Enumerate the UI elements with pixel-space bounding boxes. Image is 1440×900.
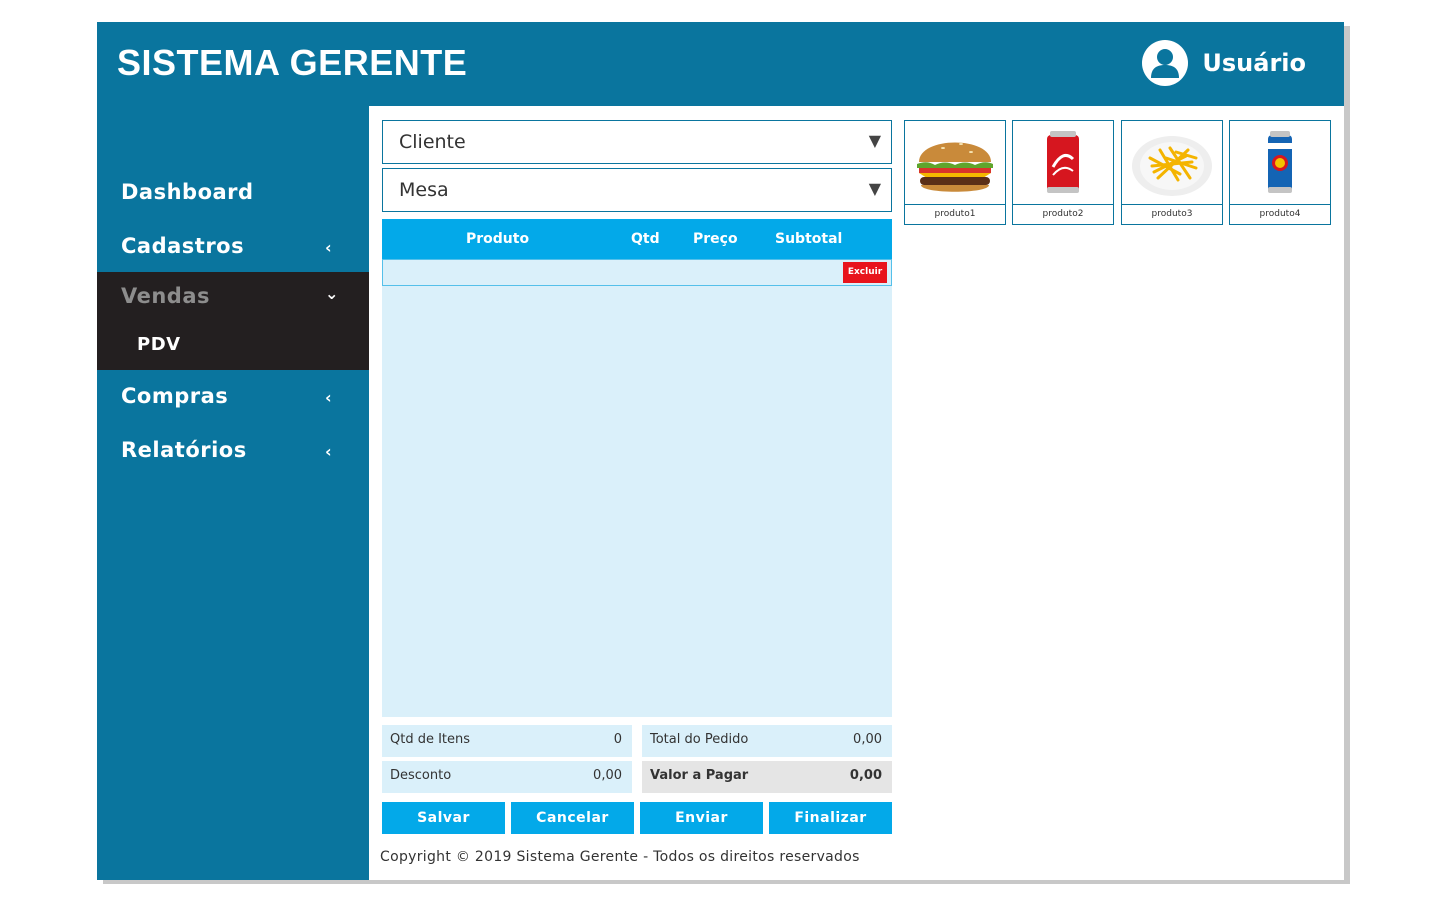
valor-pagar-box: Valor a Pagar 0,00	[642, 761, 892, 793]
product-card[interactable]: produto4	[1229, 120, 1331, 225]
product-card[interactable]: produto2	[1012, 120, 1114, 225]
user-menu[interactable]: Usuário	[1142, 40, 1306, 86]
desconto-value[interactable]: 0,00	[593, 768, 622, 783]
total-pedido-label: Total do Pedido	[650, 732, 749, 747]
desconto-label: Desconto	[390, 768, 452, 783]
beer-can-image	[1230, 121, 1330, 204]
sidebar-group-vendas: Vendas ⌄ PDV	[97, 272, 369, 370]
coca-cola-can-image	[1013, 121, 1113, 204]
sidebar-item-cadastros[interactable]: Cadastros ‹	[97, 222, 369, 272]
total-pedido-value: 0,00	[853, 732, 882, 747]
table-row: Excluir	[382, 259, 892, 286]
column-header-preco: Preço	[693, 231, 738, 247]
column-header-produto: Produto	[466, 231, 530, 247]
product-label: produto2	[1013, 204, 1113, 224]
product-label: produto4	[1230, 204, 1330, 224]
excluir-button[interactable]: Excluir	[843, 262, 887, 283]
user-avatar-icon[interactable]	[1142, 40, 1189, 86]
table-header: Produto Qtd Preço Subtotal	[382, 219, 892, 259]
sidebar-item-compras[interactable]: Compras ‹	[97, 372, 369, 422]
app-title: SISTEMA GERENTE	[117, 42, 468, 83]
main-content: Cliente ▼ Mesa ▼ Produto Qtd Preço Subto…	[369, 106, 1344, 880]
sidebar-item-vendas[interactable]: Vendas ⌄	[97, 272, 369, 322]
column-header-qtd: Qtd	[631, 231, 660, 247]
column-header-subtotal: Subtotal	[775, 231, 843, 247]
dropdown-arrow-icon: ▼	[868, 131, 881, 150]
sidebar-item-dashboard[interactable]: Dashboard	[97, 168, 369, 218]
chevron-left-icon: ‹	[325, 442, 333, 461]
sidebar-item-label: Compras	[121, 384, 229, 408]
french-fries-image	[1122, 121, 1222, 204]
salvar-button[interactable]: Salvar	[382, 802, 505, 834]
qtd-itens-box: Qtd de Itens 0	[382, 725, 632, 757]
mesa-select-value: Mesa	[399, 179, 449, 201]
dropdown-arrow-icon: ▼	[868, 179, 881, 198]
burger-image	[905, 121, 1005, 204]
sidebar-item-label: Vendas	[121, 284, 210, 308]
finalizar-button[interactable]: Finalizar	[769, 802, 892, 834]
qtd-itens-value: 0	[613, 732, 622, 747]
sidebar-subitem-pdv[interactable]: PDV	[137, 334, 181, 355]
order-items-table: Produto Qtd Preço Subtotal Excluir	[382, 219, 892, 717]
cliente-select-value: Cliente	[399, 131, 466, 153]
product-label: produto1	[905, 204, 1005, 224]
sidebar-item-label: Dashboard	[121, 180, 254, 204]
chevron-down-icon: ⌄	[325, 284, 339, 303]
valor-pagar-value: 0,00	[849, 768, 882, 783]
product-card[interactable]: produto1	[904, 120, 1006, 225]
cancelar-button[interactable]: Cancelar	[511, 802, 634, 834]
sidebar: Dashboard Cadastros ‹ Vendas ⌄ PDV Compr…	[97, 106, 369, 880]
cliente-select[interactable]: Cliente ▼	[382, 120, 892, 164]
chevron-left-icon: ‹	[325, 238, 333, 257]
sidebar-item-label: Cadastros	[121, 234, 245, 258]
desconto-box[interactable]: Desconto 0,00	[382, 761, 632, 793]
qtd-itens-label: Qtd de Itens	[390, 732, 471, 747]
total-pedido-box: Total do Pedido 0,00	[642, 725, 892, 757]
user-name[interactable]: Usuário	[1202, 49, 1306, 77]
sidebar-item-relatorios[interactable]: Relatórios ‹	[97, 426, 369, 476]
chevron-left-icon: ‹	[325, 388, 333, 407]
enviar-button[interactable]: Enviar	[640, 802, 763, 834]
sidebar-item-label: Relatórios	[121, 438, 247, 462]
valor-pagar-label: Valor a Pagar	[650, 768, 749, 783]
mesa-select[interactable]: Mesa ▼	[382, 168, 892, 212]
product-card[interactable]: produto3	[1121, 120, 1223, 225]
footer-copyright: Copyright © 2019 Sistema Gerente - Todos…	[380, 849, 860, 865]
product-label: produto3	[1122, 204, 1222, 224]
